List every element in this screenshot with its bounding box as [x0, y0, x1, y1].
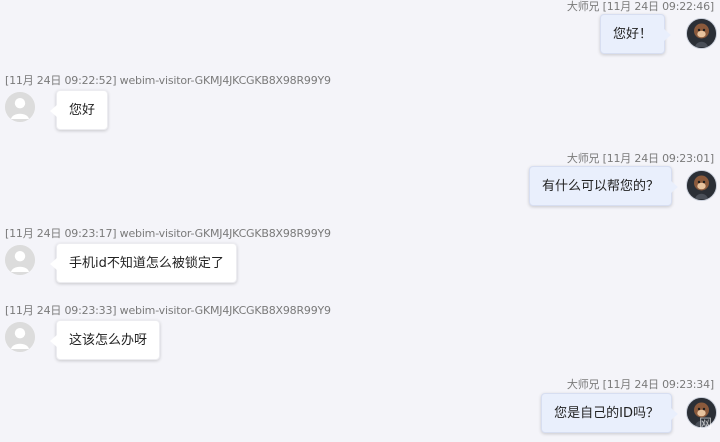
message-meta-visitor: [11月 24日 09:22:52] webim-visitor-GKMJ4JK…: [5, 74, 331, 87]
chat-message-bubble-agent[interactable]: 有什么可以帮您的？: [528, 166, 679, 206]
default-user-avatar-icon: [5, 92, 35, 122]
agent-avatar-graphic: [687, 398, 716, 427]
user-silhouette-icon: [5, 92, 35, 122]
message-meta-agent: 大师兄 [11月 24日 09:23:01]: [566, 152, 714, 165]
agent-avatar-icon: [686, 397, 717, 428]
agent-avatar-icon: [686, 170, 717, 201]
user-silhouette-icon: [5, 245, 35, 275]
user-silhouette-icon: [5, 322, 35, 352]
chat-window: 大师兄 [11月 24日 09:22:46] 您好！ [11月 24日 09:2…: [0, 0, 720, 442]
chat-message-bubble-agent[interactable]: 您好！: [599, 14, 672, 54]
agent-avatar-graphic: [687, 171, 716, 200]
chat-message-bubble-agent[interactable]: 您是自己的ID吗？: [541, 393, 678, 433]
chat-message-bubble-visitor[interactable]: 手机id不知道怎么被锁定了: [50, 243, 237, 283]
message-meta-visitor: [11月 24日 09:23:17] webim-visitor-GKMJ4JK…: [5, 227, 331, 240]
chat-message-bubble-visitor[interactable]: 您好: [49, 90, 109, 130]
agent-avatar-icon: [686, 18, 717, 49]
message-meta-agent: 大师兄 [11月 24日 09:22:46]: [566, 0, 714, 13]
default-user-avatar-icon: [5, 245, 35, 275]
message-meta-visitor: [11月 24日 09:23:33] webim-visitor-GKMJ4JK…: [5, 304, 331, 317]
message-meta-agent: 大师兄 [11月 24日 09:23:34]: [566, 378, 714, 391]
chat-message-bubble-visitor[interactable]: 这该怎么办呀: [49, 320, 161, 360]
agent-avatar-graphic: [687, 19, 716, 48]
default-user-avatar-icon: [5, 322, 35, 352]
